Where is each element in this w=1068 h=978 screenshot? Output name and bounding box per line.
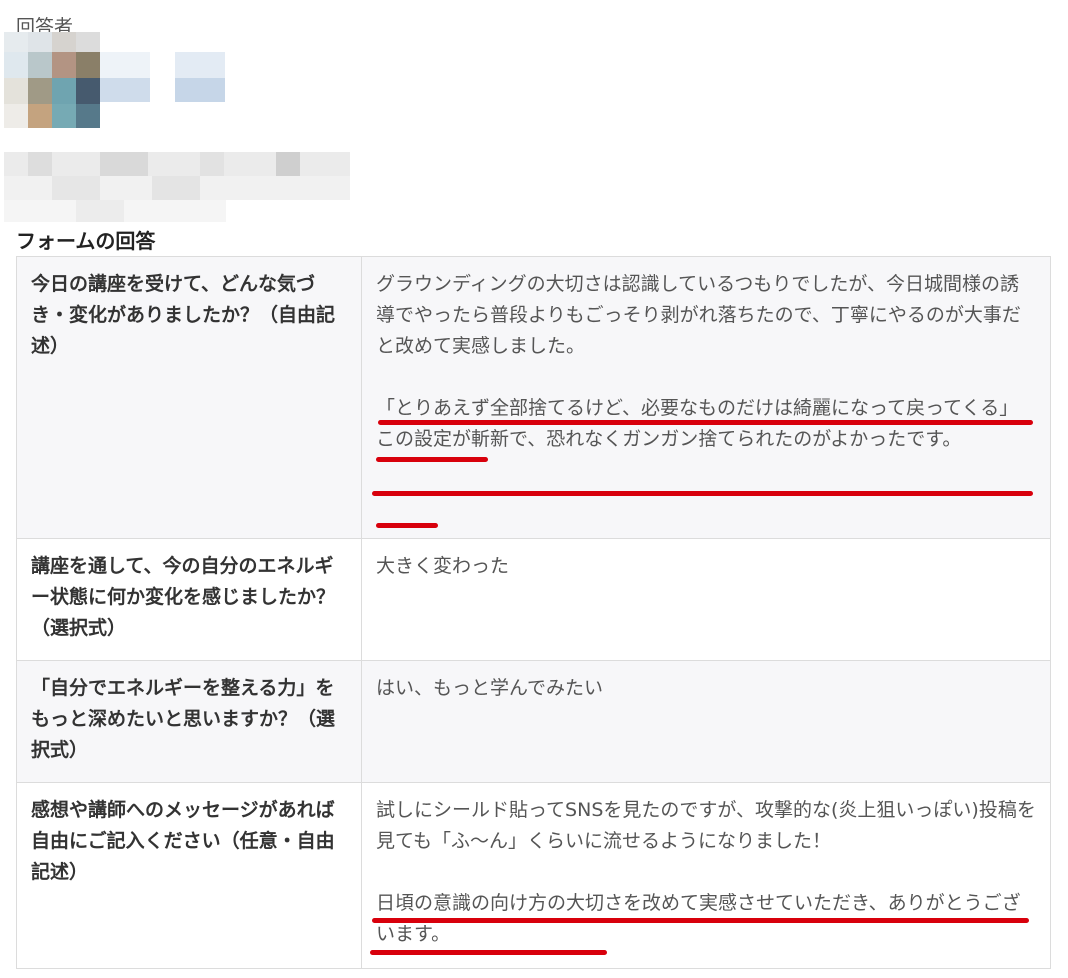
question-cell: 「自分でエネルギーを整える力」をもっと深めたいと思いますか？（選択式）	[16, 660, 362, 783]
answer-paragraph: 試しにシールド貼ってSNSを見たのですが、攻撃的な(炎上狙いっぽい)投稿を見ても…	[376, 799, 1036, 852]
answers-table: 今日の講座を受けて、どんな気づき・変化がありましたか？（自由記述） グラウンディ…	[16, 256, 1051, 969]
answer-paragraph: グラウンディングの大切さは認識しているつもりでしたが、今日城間様の誘導でやったら…	[376, 273, 1021, 357]
avatar	[4, 32, 100, 128]
respondent-name-blurred	[100, 52, 226, 104]
answer-cell: 試しにシールド貼ってSNSを見たのですが、攻撃的な(炎上狙いっぽい)投稿を見ても…	[361, 782, 1051, 969]
answer-cell: グラウンディングの大切さは認識しているつもりでしたが、今日城間様の誘導でやったら…	[361, 256, 1051, 539]
answer-cell: はい、もっと学んでみたい	[361, 660, 1051, 783]
form-answers-title: フォームの回答	[16, 229, 156, 253]
table-row: 感想や講師へのメッセージがあれば自由にご記入ください（任意・自由記述） 試しにシ…	[16, 782, 1051, 969]
table-row: 講座を通して、今の自分のエネルギー状態に何か変化を感じましたか？（選択式） 大き…	[16, 538, 1051, 661]
red-underline	[378, 420, 1033, 425]
red-underline	[372, 491, 1033, 496]
red-underline	[372, 918, 1029, 923]
red-underline	[370, 950, 607, 955]
red-underline	[376, 457, 488, 462]
respondent-label: 回答者	[16, 16, 74, 34]
question-cell: 今日の講座を受けて、どんな気づき・変化がありましたか？（自由記述）	[16, 256, 362, 539]
red-underline	[376, 523, 438, 528]
question-cell: 感想や講師へのメッセージがあれば自由にご記入ください（任意・自由記述）	[16, 782, 362, 969]
table-row: 今日の講座を受けて、どんな気づき・変化がありましたか？（自由記述） グラウンディ…	[16, 256, 1051, 539]
question-cell: 講座を通して、今の自分のエネルギー状態に何か変化を感じましたか？（選択式）	[16, 538, 362, 661]
answer-cell: 大きく変わった	[361, 538, 1051, 661]
answer-highlight-text: この設定が斬新で、恐れなくガンガン捨てられたのがよかったです。	[376, 428, 962, 450]
respondent-info-blurred	[4, 152, 350, 222]
table-row: 「自分でエネルギーを整える力」をもっと深めたいと思いますか？（選択式） はい、も…	[16, 660, 1051, 783]
